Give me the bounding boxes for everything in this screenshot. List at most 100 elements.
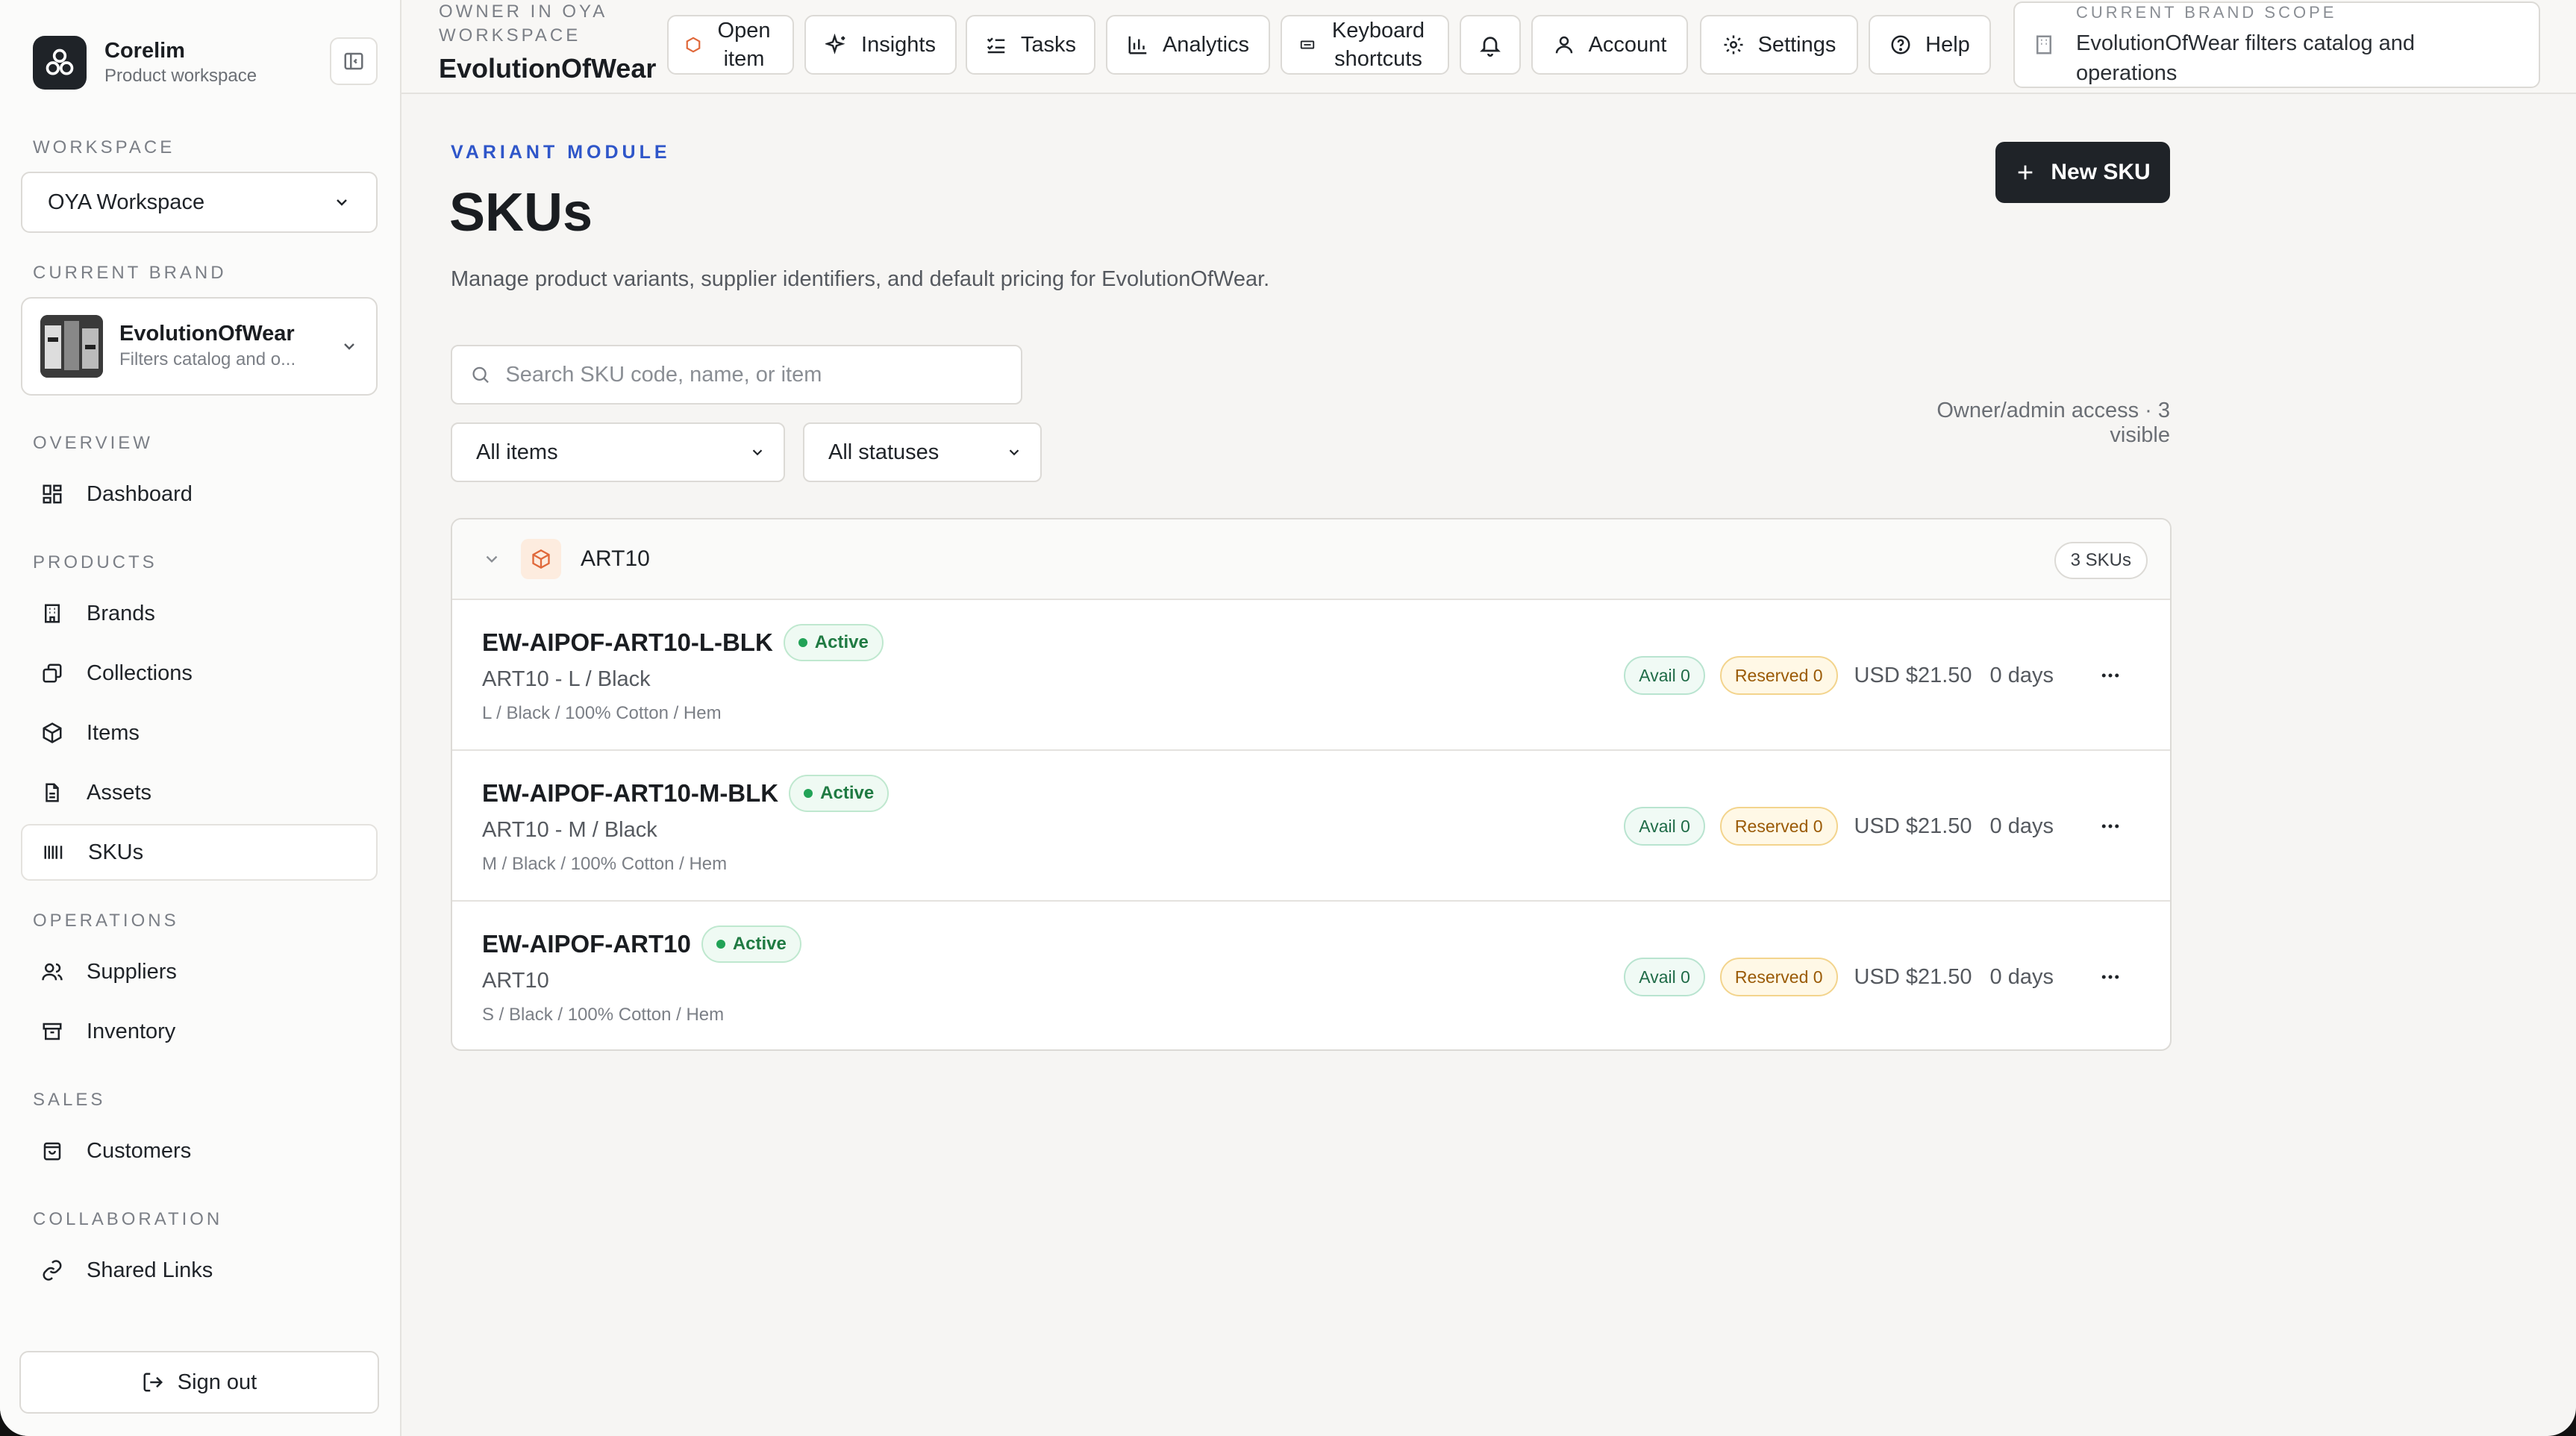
item-filter-select[interactable]: All items bbox=[451, 422, 785, 482]
sidebar-item-suppliers[interactable]: Suppliers bbox=[21, 943, 378, 1000]
insights-label: Insights bbox=[861, 32, 936, 57]
sidebar-item-label: Suppliers bbox=[87, 959, 177, 984]
sidebar-item-label: Assets bbox=[87, 780, 152, 805]
box-icon bbox=[39, 719, 66, 746]
notifications-button[interactable] bbox=[1460, 15, 1521, 75]
open-item-label: Open item bbox=[717, 19, 771, 71]
sidebar-item-label: Dashboard bbox=[87, 481, 193, 506]
lead-time: 0 days bbox=[1989, 814, 2054, 838]
help-label: Help bbox=[1925, 32, 1970, 57]
sidebar-item-items[interactable]: Items bbox=[21, 705, 378, 761]
search-icon bbox=[472, 366, 489, 384]
sku-group-name: ART10 bbox=[581, 546, 650, 571]
status-text: Active bbox=[814, 632, 869, 652]
insights-button[interactable]: Insights bbox=[804, 15, 957, 75]
search-input[interactable] bbox=[505, 362, 1003, 387]
sidebar: Corelim Product workspace WORKSPACE OYA … bbox=[0, 0, 401, 1436]
new-sku-button[interactable]: New SKU bbox=[1995, 142, 2170, 203]
section-label-collaboration: COLLABORATION bbox=[33, 1209, 223, 1229]
tasks-label: Tasks bbox=[1020, 32, 1077, 57]
section-label-overview: OVERVIEW bbox=[33, 433, 153, 453]
logout-icon bbox=[142, 1371, 164, 1393]
status-badge: Active bbox=[783, 624, 884, 661]
status-badge: Active bbox=[701, 925, 801, 963]
workspace-value: OYA Workspace bbox=[48, 190, 205, 214]
settings-button[interactable]: Settings bbox=[1700, 15, 1858, 75]
app-window: Corelim Product workspace WORKSPACE OYA … bbox=[0, 0, 2576, 1436]
sidebar-item-customers[interactable]: Customers bbox=[21, 1123, 378, 1179]
app-name: Corelim bbox=[104, 39, 185, 63]
tasks-button[interactable]: Tasks bbox=[966, 15, 1095, 75]
item-filter-value: All items bbox=[476, 440, 558, 464]
chevron-down-icon bbox=[337, 199, 347, 206]
reserved-badge: Reserved 0 bbox=[1719, 656, 1838, 695]
sidebar-item-assets[interactable]: Assets bbox=[21, 764, 378, 821]
account-button[interactable]: Account bbox=[1531, 15, 1688, 75]
main-content: OWNER IN OYA WORKSPACE EvolutionOfWear O… bbox=[401, 0, 2576, 1436]
brand-switcher[interactable]: EvolutionOfWear Filters catalog and o... bbox=[21, 297, 378, 396]
new-sku-label: New SKU bbox=[2051, 160, 2151, 184]
collapse-sidebar-button[interactable] bbox=[330, 37, 378, 85]
status-text: Active bbox=[820, 783, 875, 803]
sku-code: EW-AIPOF-ART10-L-BLK bbox=[482, 628, 773, 656]
shopping-bag-icon bbox=[39, 1137, 66, 1164]
sku-row[interactable]: EW-AIPOF-ART10-M-BLK Active ART10 - M / … bbox=[452, 751, 2170, 902]
sidebar-item-label: SKUs bbox=[88, 840, 144, 864]
sign-out-button[interactable]: Sign out bbox=[19, 1351, 379, 1414]
owner-context: OWNER IN OYA WORKSPACE EvolutionOfWear bbox=[439, 0, 678, 85]
sidebar-item-dashboard[interactable]: Dashboard bbox=[21, 466, 378, 522]
sku-price: USD $21.50 bbox=[1854, 663, 1972, 687]
lead-time: 0 days bbox=[1989, 964, 2054, 989]
analytics-label: Analytics bbox=[1162, 32, 1250, 57]
open-item-button[interactable]: Open item bbox=[667, 15, 794, 75]
sidebar-item-label: Inventory bbox=[87, 1019, 176, 1043]
user-icon bbox=[1553, 34, 1575, 56]
more-options-icon[interactable] bbox=[2092, 959, 2128, 995]
building-icon bbox=[2033, 34, 2055, 56]
dashboard-icon bbox=[39, 481, 66, 508]
brand-scope-label: CURRENT BRAND SCOPE bbox=[2076, 3, 2337, 22]
chevron-down-icon bbox=[752, 449, 763, 456]
users-icon bbox=[39, 958, 66, 985]
more-options-icon[interactable] bbox=[2092, 808, 2128, 844]
brand-name: EvolutionOfWear bbox=[119, 322, 295, 346]
chevron-down-icon bbox=[1009, 449, 1019, 456]
workspace-select[interactable]: OYA Workspace bbox=[21, 172, 378, 233]
sku-price: USD $21.50 bbox=[1854, 814, 1972, 838]
sku-attributes: S / Black / 100% Cotton / Hem bbox=[482, 1005, 725, 1025]
status-text: Active bbox=[732, 934, 787, 954]
sku-row[interactable]: EW-AIPOF-ART10-L-BLK Active ART10 - L / … bbox=[452, 600, 2170, 751]
section-label-products: PRODUCTS bbox=[33, 552, 157, 572]
cube-icon bbox=[521, 539, 561, 579]
owner-brand: EvolutionOfWear bbox=[439, 53, 657, 84]
layers-icon bbox=[39, 660, 66, 687]
sidebar-item-label: Collections bbox=[87, 661, 193, 685]
status-filter-value: All statuses bbox=[828, 440, 940, 464]
sku-group-header[interactable]: ART10 3 SKUs bbox=[452, 519, 2170, 600]
status-filter-select[interactable]: All statuses bbox=[803, 422, 1042, 482]
more-options-icon[interactable] bbox=[2092, 658, 2128, 693]
bell-icon bbox=[1480, 37, 1501, 57]
sidebar-toggle-icon bbox=[344, 52, 363, 70]
sku-group: ART10 3 SKUs EW-AIPOF-ART10-L-BLK Active… bbox=[451, 518, 2172, 1051]
keyboard-shortcuts-label: Keyboard shortcuts bbox=[1331, 19, 1425, 71]
sku-name: ART10 - L / Black bbox=[482, 667, 651, 691]
file-icon bbox=[39, 779, 66, 806]
sku-row[interactable]: EW-AIPOF-ART10 Active ART10 S / Black / … bbox=[452, 902, 2170, 1049]
analytics-button[interactable]: Analytics bbox=[1106, 15, 1270, 75]
help-button[interactable]: Help bbox=[1869, 15, 1991, 75]
current-brand-label: CURRENT BRAND bbox=[33, 263, 227, 283]
sidebar-item-label: Shared Links bbox=[87, 1258, 213, 1282]
sidebar-item-brands[interactable]: Brands bbox=[21, 585, 378, 642]
account-label: Account bbox=[1588, 32, 1667, 57]
keyboard-shortcuts-button[interactable]: Keyboard shortcuts bbox=[1281, 15, 1449, 75]
chevron-down-icon bbox=[344, 343, 354, 350]
archive-icon bbox=[39, 1018, 66, 1045]
sidebar-item-collections[interactable]: Collections bbox=[21, 645, 378, 702]
sidebar-item-shared-links[interactable]: Shared Links bbox=[21, 1242, 378, 1299]
sku-name: ART10 bbox=[482, 969, 549, 993]
sidebar-item-inventory[interactable]: Inventory bbox=[21, 1003, 378, 1060]
sku-code: EW-AIPOF-ART10-M-BLK bbox=[482, 779, 779, 807]
chevron-down-icon[interactable] bbox=[482, 549, 501, 569]
sidebar-item-skus[interactable]: SKUs bbox=[21, 824, 378, 881]
